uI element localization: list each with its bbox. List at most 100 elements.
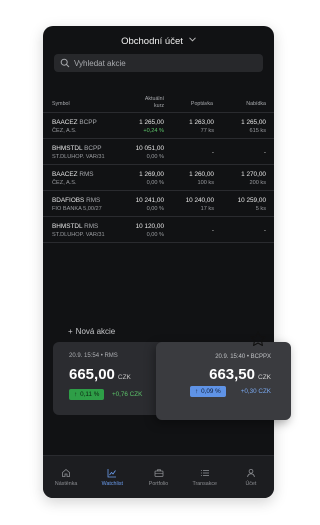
search-placeholder: Vyhledat akcie (74, 58, 126, 68)
quote-card-overlay[interactable]: 20.9. 15:40 • BCPPX 663,50 CZK ↑ 0,09 % +0… (156, 342, 291, 420)
row-bid: 10 240,00 (185, 197, 214, 204)
table-row[interactable]: BAACEZ RMS ČEZ, A.S. 1 269,00 0,00 % 1 2… (43, 165, 274, 191)
chevron-down-icon (189, 36, 196, 44)
search-icon (60, 58, 70, 68)
row-symbol: BHMSTDL BCPP (52, 145, 102, 152)
star-icon[interactable] (249, 330, 267, 348)
quote-price: 665,00 (69, 366, 115, 383)
row-bid: 1 263,00 (189, 119, 214, 126)
change-badge: ↑ 0,11 % (69, 389, 105, 400)
row-change: 0,00 % (146, 206, 164, 212)
row-change: 0,00 % (146, 232, 164, 238)
overlay-currency: CZK (258, 374, 271, 381)
market-code: RMS (79, 171, 94, 178)
overlay-change-absolute: +0,30 CZK (240, 388, 271, 395)
change-percent: 0,11 % (80, 391, 100, 398)
row-name: ST.DLUHOP. VAR/31 (52, 154, 105, 160)
arrow-up-icon: ↑ (195, 388, 199, 395)
list-icon (200, 469, 209, 476)
symbol-code: BAACEZ (52, 171, 78, 178)
search-input[interactable]: Vyhledat akcie (54, 54, 263, 72)
row-symbol: BHMSTDL RMS (52, 223, 98, 230)
column-symbol[interactable]: Symbol (52, 101, 70, 107)
row-price: 10 241,00 (135, 197, 164, 204)
row-bid-qty: 100 ks (197, 180, 214, 186)
overlay-change-badge: ↑ 0,09 % (190, 386, 226, 397)
row-change: 0,00 % (146, 180, 164, 186)
column-bid[interactable]: Poptávka (191, 101, 213, 107)
add-stock-button[interactable]: + Nová akcie (68, 327, 115, 336)
row-ask: 1 265,00 (241, 119, 266, 126)
market-code: RMS (84, 223, 99, 230)
table-row[interactable]: BDAFIOBS RMS FIO BANKA 5,00/27 10 241,00… (43, 191, 274, 217)
market-code: BCPP (79, 119, 97, 126)
nav-item-portfolio[interactable]: Portfolio (135, 456, 181, 498)
briefcase-icon (154, 468, 163, 477)
row-ask: - (263, 149, 266, 156)
table-row[interactable]: BHMSTDL RMS ST.DLUHOP. VAR/31 10 120,00 … (43, 217, 274, 243)
row-ask-qty: 200 ks (249, 180, 266, 186)
nav-label: Nástěnka (54, 480, 78, 487)
plus-icon: + (68, 327, 73, 336)
row-name: ČEZ, A.S. (52, 180, 77, 186)
column-rate-line2: kurz (153, 102, 164, 109)
quote-price-block: 665,00 CZK (69, 366, 131, 383)
phone-screen: Obchodní účet Vyhledat akcie Symbol Aktu… (43, 26, 274, 498)
symbol-code: BHMSTDL (52, 223, 83, 230)
nav-label: Watchlist (101, 480, 123, 487)
watchlist-table: Symbol Aktuální kurz Poptávka Nabídka BA… (43, 91, 274, 243)
row-bid: - (211, 149, 214, 156)
home-icon (62, 468, 70, 477)
arrow-up-icon: ↑ (74, 391, 78, 398)
column-ask[interactable]: Nabídka (246, 101, 266, 107)
symbol-code: BDAFIOBS (52, 197, 85, 204)
bottom-nav: Nástěnka Watchlist Portfolio Transakce Ú… (43, 455, 274, 498)
row-symbol: BDAFIOBS RMS (52, 197, 100, 204)
row-ask: - (263, 227, 266, 234)
add-stock-label: Nová akcie (75, 327, 116, 336)
row-ask: 10 259,00 (237, 197, 266, 204)
nav-item-dashboard[interactable]: Nástěnka (43, 456, 89, 498)
row-change: 0,00 % (146, 154, 164, 160)
row-bid-qty: 17 ks (200, 206, 214, 212)
market-code: RMS (86, 197, 101, 204)
column-rate[interactable]: Aktuální kurz (124, 96, 164, 109)
row-ask: 1 270,00 (241, 171, 266, 178)
table-row[interactable]: BHMSTDL BCPP ST.DLUHOP. VAR/31 10 051,00… (43, 139, 274, 165)
nav-item-watchlist[interactable]: Watchlist (89, 456, 135, 498)
nav-item-account[interactable]: Účet (228, 456, 274, 498)
row-ask-qty: 5 ks (255, 206, 266, 212)
overlay-meta: 20.9. 15:40 • BCPPX (215, 354, 271, 360)
nav-label: Portfolio (148, 480, 169, 487)
row-price: 10 051,00 (135, 145, 164, 152)
row-ask-qty: 615 ks (249, 128, 266, 134)
quote-meta: 20.9. 15:54 • RMS (69, 353, 118, 359)
row-price: 1 269,00 (139, 171, 164, 178)
symbol-code: BAACEZ (52, 119, 78, 126)
table-row[interactable]: BAACEZ BCPP ČEZ, A.S. 1 265,00 +0,24 % 1… (43, 113, 274, 139)
user-icon (247, 468, 255, 477)
symbol-code: BHMSTDL (52, 145, 83, 152)
row-symbol: BAACEZ RMS (52, 171, 94, 178)
row-symbol: BAACEZ BCPP (52, 119, 97, 126)
account-selector[interactable]: Obchodní účet (43, 26, 274, 56)
nav-label: Transakce (192, 480, 217, 487)
row-bid: 1 260,00 (189, 171, 214, 178)
market-code: BCPP (84, 145, 102, 152)
overlay-price-block: 663,50 CZK (209, 366, 271, 383)
overlay-change-percent: 0,09 % (201, 388, 221, 395)
chart-icon (107, 468, 117, 477)
row-change: +0,24 % (143, 128, 164, 134)
row-name: ČEZ, A.S. (52, 128, 77, 134)
table-header: Symbol Aktuální kurz Poptávka Nabídka (43, 91, 274, 113)
quote-currency: CZK (117, 374, 131, 381)
row-bid: - (211, 227, 214, 234)
overlay-price: 663,50 (209, 366, 255, 383)
row-price: 10 120,00 (135, 223, 164, 230)
nav-item-transactions[interactable]: Transakce (182, 456, 228, 498)
account-title: Obchodní účet (121, 35, 183, 47)
row-name: FIO BANKA 5,00/27 (52, 206, 102, 212)
nav-label: Účet (245, 480, 257, 487)
row-price: 1 265,00 (139, 119, 164, 126)
row-name: ST.DLUHOP. VAR/31 (52, 232, 105, 238)
